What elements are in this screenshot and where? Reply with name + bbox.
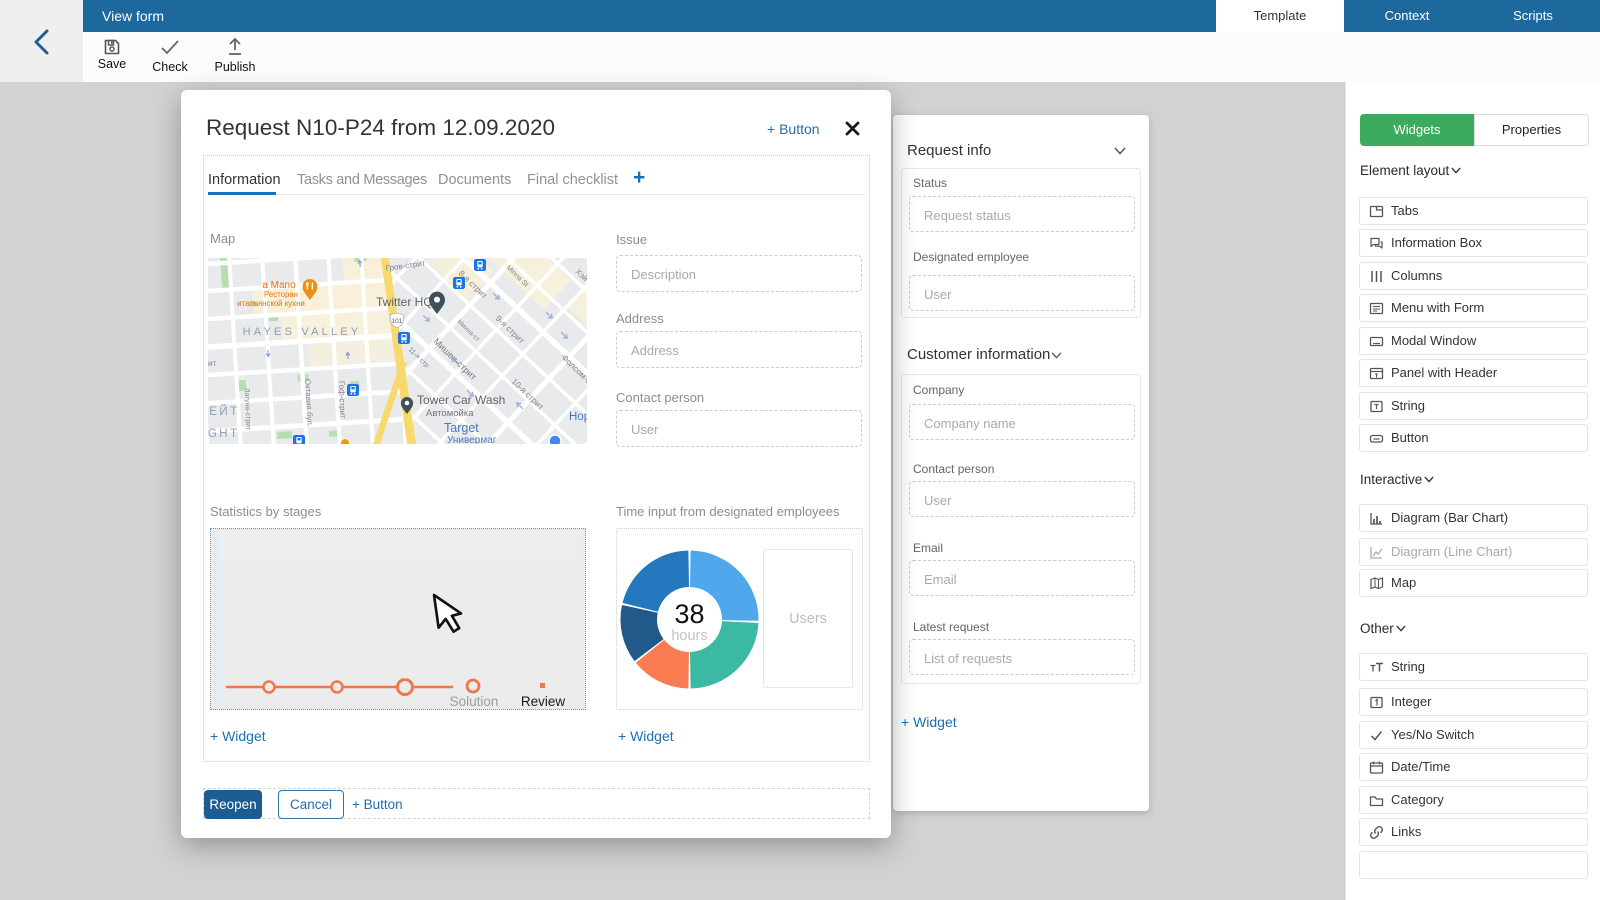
svg-text:Review: Review (521, 694, 566, 709)
svg-text:КЕЙТ: КЕЙТ (208, 405, 240, 418)
svg-text:ит: ит (208, 359, 216, 368)
svg-text:Ресторан: Ресторан (264, 290, 298, 299)
svg-text:итальянской кухни: итальянской кухни (237, 299, 305, 308)
svg-text:AIGHT: AIGHT (208, 428, 240, 440)
svg-text:hours: hours (671, 628, 707, 644)
svg-text:HAYES VALLEY: HAYES VALLEY (243, 326, 362, 338)
svg-text:Solution: Solution (450, 694, 499, 709)
svg-text:Twitter HQ: Twitter HQ (376, 295, 433, 309)
svg-text:101: 101 (392, 318, 403, 325)
svg-text:Гоф-стрит: Гоф-стрит (337, 381, 347, 419)
svg-text:Нор: Нор (569, 411, 587, 423)
svg-text:Target: Target (444, 421, 479, 435)
svg-text:Автомойка: Автомойка (426, 408, 474, 419)
svg-text:Универмаг: Универмаг (447, 435, 497, 444)
svg-text:Tower Car Wash: Tower Car Wash (417, 393, 505, 407)
svg-text:38: 38 (674, 599, 704, 629)
